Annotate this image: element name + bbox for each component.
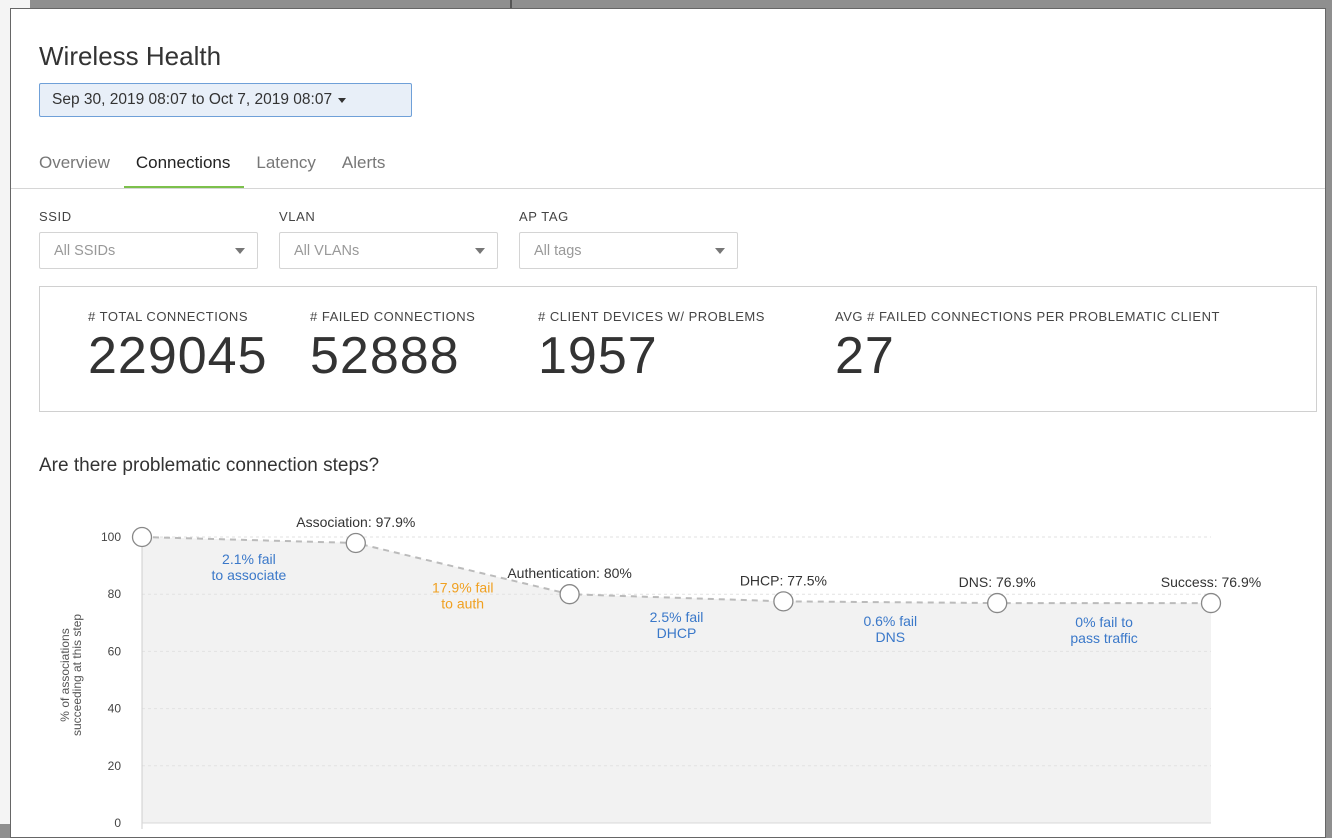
stat-value: 27 bbox=[835, 327, 895, 385]
date-range-picker[interactable]: Sep 30, 2019 08:07 to Oct 7, 2019 08:07 bbox=[39, 83, 412, 117]
chart-section-title: Are there problematic connection steps? bbox=[39, 455, 380, 476]
tab-alerts[interactable]: Alerts bbox=[342, 149, 385, 189]
step-point-dhcp bbox=[773, 591, 794, 612]
ap-tag-filter-label: AP TAG bbox=[519, 209, 569, 224]
tab-connections[interactable]: Connections bbox=[123, 149, 244, 189]
step-point-success bbox=[1200, 592, 1222, 614]
chart-area bbox=[142, 537, 1211, 823]
ssid-select-value: All SSIDs bbox=[54, 242, 116, 259]
stat-client-devices-with-problems: # CLIENT DEVICES W/ PROBLEMS 1957 bbox=[538, 309, 765, 386]
tab-divider bbox=[11, 188, 1325, 189]
vlan-filter: VLAN All VLANs bbox=[279, 209, 498, 269]
dropdown-arrow-icon bbox=[475, 247, 485, 254]
tab-overview[interactable]: Overview bbox=[39, 149, 110, 189]
ap-tag-filter: AP TAG All tags bbox=[519, 209, 738, 269]
caret-down-icon bbox=[338, 97, 347, 103]
step-point-association bbox=[345, 532, 366, 554]
ssid-select[interactable]: All SSIDs bbox=[39, 232, 258, 269]
dropdown-arrow-icon bbox=[235, 247, 245, 254]
y-tick-label: 0 bbox=[114, 816, 121, 830]
y-tick-label: 20 bbox=[108, 759, 122, 773]
step-point-authentication bbox=[559, 584, 580, 605]
stat-label: # FAILED CONNECTIONS bbox=[310, 309, 476, 324]
point-label: DNS: 76.9% bbox=[959, 574, 1036, 590]
point-label: Success: 76.9% bbox=[1161, 574, 1261, 590]
stat-value: 229045 bbox=[88, 327, 268, 385]
connection-steps-chart: 0 20 40 60 80 100 % of associationssucceeding … bbox=[58, 514, 1261, 830]
ssid-filter-label: SSID bbox=[39, 209, 72, 224]
point-label: Association: 97.9% bbox=[296, 514, 415, 530]
vlan-select-value: All VLANs bbox=[294, 242, 360, 259]
tab-latency[interactable]: Latency bbox=[256, 149, 316, 189]
date-range-label: Sep 30, 2019 08:07 to Oct 7, 2019 08:07 bbox=[52, 91, 333, 108]
stat-label: # TOTAL CONNECTIONS bbox=[88, 309, 248, 324]
stat-value: 52888 bbox=[310, 327, 460, 385]
wireless-health-panel: Wireless Health Sep 30, 2019 08:07 to Oc… bbox=[10, 8, 1326, 838]
step-point-dns bbox=[987, 592, 1008, 614]
stat-value: 1957 bbox=[538, 327, 658, 385]
y-tick-label: 60 bbox=[108, 644, 122, 658]
y-tick-label: 40 bbox=[108, 702, 122, 716]
connection-stats: # TOTAL CONNECTIONS 229045 # FAILED CONN… bbox=[39, 286, 1317, 412]
ap-tag-select[interactable]: All tags bbox=[519, 232, 738, 269]
stat-label: AVG # FAILED CONNECTIONS PER PROBLEMATIC… bbox=[835, 309, 1220, 324]
point-label: DHCP: 77.5% bbox=[740, 572, 827, 588]
page-title: Wireless Health bbox=[39, 41, 222, 71]
tab-bar: Overview Connections Latency Alerts bbox=[39, 149, 411, 189]
ap-tag-select-value: All tags bbox=[534, 242, 582, 259]
point-label: Authentication: 80% bbox=[507, 565, 632, 581]
y-tick-label: 80 bbox=[108, 587, 122, 601]
step-point-start bbox=[131, 526, 153, 548]
vlan-select[interactable]: All VLANs bbox=[279, 232, 498, 269]
fail-annotation: 2.1% fail to associate bbox=[212, 551, 287, 583]
stat-total-connections: # TOTAL CONNECTIONS 229045 bbox=[88, 309, 268, 386]
y-tick-label: 100 bbox=[101, 530, 121, 544]
stat-avg-failed-per-client: AVG # FAILED CONNECTIONS PER PROBLEMATIC… bbox=[835, 309, 1220, 386]
stat-failed-connections: # FAILED CONNECTIONS 52888 bbox=[310, 309, 475, 386]
vlan-filter-label: VLAN bbox=[279, 209, 316, 224]
fail-annotation: 2.5% fail DHCP bbox=[650, 609, 704, 641]
y-axis-label: % of associationssucceeding at this step bbox=[58, 614, 84, 736]
fail-annotation: 0% fail to pass traffic bbox=[1070, 614, 1137, 646]
dropdown-arrow-icon bbox=[715, 247, 725, 254]
ssid-filter: SSID All SSIDs bbox=[39, 209, 258, 269]
stat-label: # CLIENT DEVICES W/ PROBLEMS bbox=[538, 309, 765, 324]
